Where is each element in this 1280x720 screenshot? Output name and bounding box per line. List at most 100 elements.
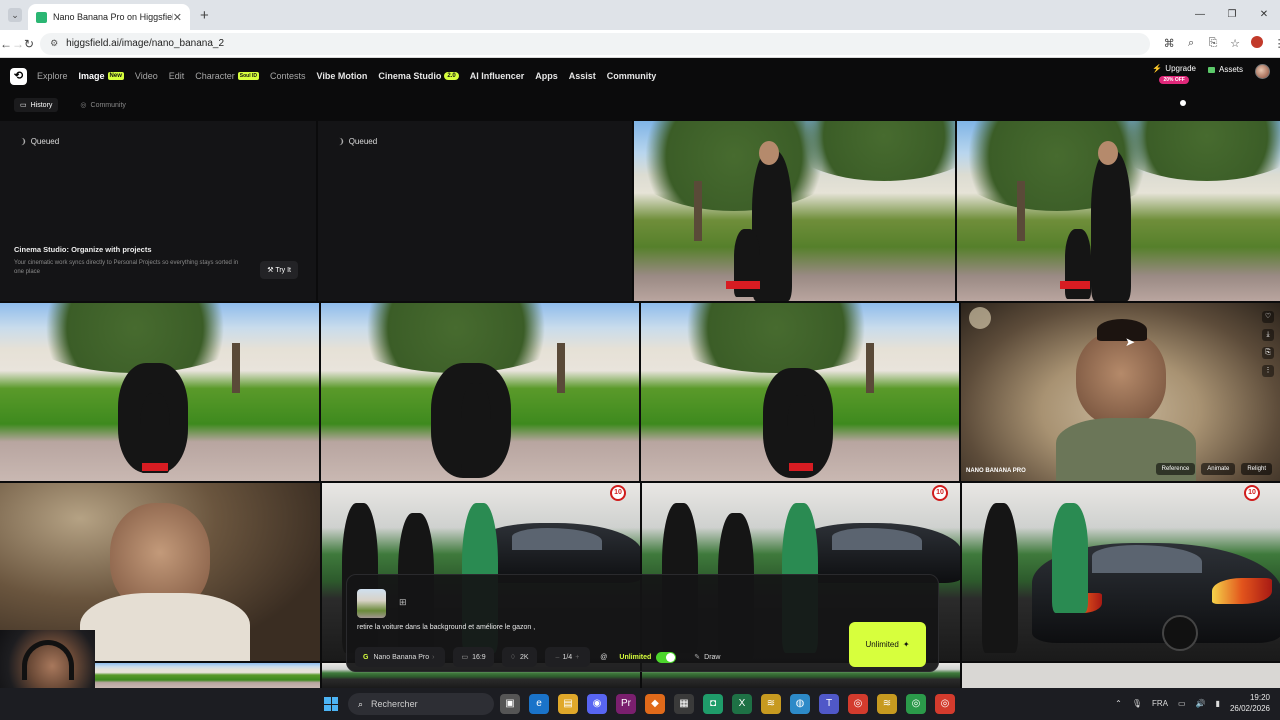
chrome-profile-icon[interactable]: ◎ [906, 694, 926, 714]
stack-icon[interactable]: ≋ [761, 694, 781, 714]
draw-button[interactable]: ✎ Draw [686, 647, 728, 667]
nav-image[interactable]: Image New [79, 71, 124, 81]
zoom-icon[interactable]: ⌕ [1180, 37, 1202, 50]
stack-icon-2[interactable]: ≋ [877, 694, 897, 714]
generated-image[interactable] [962, 663, 1280, 688]
brave-icon[interactable]: ◆ [645, 694, 665, 714]
more-icon[interactable]: ⋮ [1262, 365, 1274, 377]
generate-button[interactable]: Unlimited ✦ [849, 622, 926, 667]
task-view-icon[interactable]: ▣ [500, 694, 520, 714]
at-mention-icon[interactable]: @ [598, 647, 609, 667]
nav-contests[interactable]: Contests [270, 71, 306, 81]
model-select[interactable]: G Nano Banana Pro › [355, 647, 446, 667]
loading-spinner-icon: ❩ [20, 137, 27, 146]
tab-history[interactable]: ▭ History [14, 98, 59, 112]
battery-icon[interactable]: ▮ [1216, 699, 1220, 708]
aspect-ratio-select[interactable]: ▭ 16:9 [453, 647, 494, 667]
reference-image-thumbnail[interactable] [357, 589, 386, 618]
download-icon[interactable]: ⤓ [1262, 329, 1274, 341]
try-it-button[interactable]: ⚒ Try It [260, 261, 298, 279]
generated-image-hovered[interactable]: NANO BANANA PRO Reference Animate Religh… [961, 303, 1280, 481]
tray-chevron-icon[interactable]: ⌃ [1115, 699, 1122, 708]
premiere-icon[interactable]: Pr [616, 694, 636, 714]
user-avatar[interactable] [1255, 64, 1270, 79]
calculator-icon[interactable]: ▦ [674, 694, 694, 714]
try-it-label: Try It [275, 267, 291, 274]
tree-trunk [232, 343, 240, 393]
site-info-icon[interactable]: ⚙ [50, 38, 58, 49]
unlimited-toggle[interactable]: Unlimited [617, 647, 678, 667]
url-field[interactable]: ⚙ higgsfield.ai/image/nano_banana_2 [40, 32, 1151, 55]
upgrade-button[interactable]: ⚡ Upgrade [1152, 64, 1196, 73]
minimize-icon[interactable]: — [1184, 0, 1216, 30]
generated-image[interactable] [957, 121, 1280, 301]
nav-character[interactable]: Character Soul ID [195, 71, 259, 81]
generated-image[interactable] [321, 303, 639, 481]
app-icon[interactable]: ◘ [703, 694, 723, 714]
nav-assist[interactable]: Assist [569, 71, 596, 81]
restore-icon[interactable]: ❐ [1216, 0, 1248, 30]
clock[interactable]: 19:20 26/02/2026 [1230, 692, 1270, 714]
nav-edit[interactable]: Edit [169, 71, 185, 81]
browser-menu-icon[interactable]: ⋮ [1268, 37, 1280, 50]
nav-video[interactable]: Video [135, 71, 158, 81]
network-icon[interactable]: ▭ [1178, 699, 1186, 708]
edge-icon[interactable]: e [529, 694, 549, 714]
forward-icon[interactable]: → [12, 37, 24, 51]
copy-icon[interactable]: ⎘ [1262, 347, 1274, 359]
new-tab-icon[interactable]: + [200, 7, 209, 24]
language-indicator[interactable]: FRA [1152, 699, 1168, 708]
back-icon[interactable]: ← [0, 37, 12, 51]
folder-icon: ▭ [20, 102, 27, 109]
nav-explore[interactable]: Explore [37, 71, 68, 81]
add-image-icon[interactable]: ⊞ [399, 597, 407, 608]
bookmark-star-icon[interactable]: ☆ [1224, 37, 1246, 50]
discord-icon[interactable]: ◉ [587, 694, 607, 714]
heart-icon[interactable]: ♡ [1262, 311, 1274, 323]
prompt-input[interactable]: retire la voiture dans la background et … [357, 624, 535, 631]
install-icon[interactable]: ⎘ [1202, 37, 1224, 50]
toggle-switch[interactable] [656, 651, 677, 663]
tab-search-icon[interactable]: ⌄ [8, 8, 22, 22]
quality-select[interactable]: ♢ 2K [501, 647, 537, 667]
globe-app-icon[interactable]: ◍ [790, 694, 810, 714]
hair [1097, 319, 1147, 341]
volume-icon[interactable]: 🔊 [1196, 699, 1206, 708]
tab-community[interactable]: ◎ Community [74, 98, 132, 112]
generated-image[interactable] [641, 303, 959, 481]
chrome-icon[interactable]: ◎ [848, 694, 868, 714]
profile-icon[interactable] [1246, 36, 1268, 51]
browser-tab[interactable]: Nano Banana Pro on Higgsfield ✕ [28, 4, 190, 30]
windows-start-icon[interactable] [324, 697, 338, 711]
nav-apps[interactable]: Apps [535, 71, 558, 81]
tree [661, 303, 891, 373]
higgsfield-logo-icon[interactable]: ⟲ [10, 67, 27, 85]
generate-label: Unlimited [865, 640, 899, 649]
relight-button[interactable]: Relight [1241, 463, 1272, 475]
excel-icon[interactable]: X [732, 694, 752, 714]
minus-icon[interactable]: – [556, 654, 560, 661]
count-stepper[interactable]: –1/4 + [544, 647, 591, 667]
windows-taskbar: ⌕ Rechercher ▣ e ▤ ◉ Pr ◆ ▦ ◘ X ≋ ◍ T ◎ … [0, 688, 1280, 720]
reference-button[interactable]: Reference [1155, 463, 1196, 475]
reload-icon[interactable]: ↻ [24, 37, 34, 51]
generated-image[interactable] [0, 303, 319, 481]
nav-ai-influencer[interactable]: AI Influencer [470, 71, 525, 81]
close-window-icon[interactable]: ✕ [1248, 0, 1280, 30]
teams-icon[interactable]: T [819, 694, 839, 714]
chrome-active-icon[interactable]: ◎ [935, 694, 955, 714]
translate-icon[interactable]: ⌘ [1158, 37, 1180, 50]
assets-button[interactable]: Assets [1207, 65, 1243, 74]
microphone-icon[interactable]: 🎙 [1132, 699, 1142, 708]
file-explorer-icon[interactable]: ▤ [558, 694, 578, 714]
generated-image[interactable] [634, 121, 955, 301]
taskbar-search[interactable]: ⌕ Rechercher [348, 693, 494, 715]
animate-button[interactable]: Animate [1201, 463, 1236, 475]
nav-vibe-motion[interactable]: Vibe Motion [317, 71, 368, 81]
queued-label: Queued [348, 137, 378, 146]
nav-community[interactable]: Community [607, 71, 657, 81]
plus-icon[interactable]: + [575, 654, 579, 661]
tab-close-icon[interactable]: ✕ [173, 11, 182, 24]
generated-image[interactable]: 10 [962, 483, 1280, 661]
nav-cinema-studio[interactable]: Cinema Studio 2.0 [378, 71, 459, 81]
